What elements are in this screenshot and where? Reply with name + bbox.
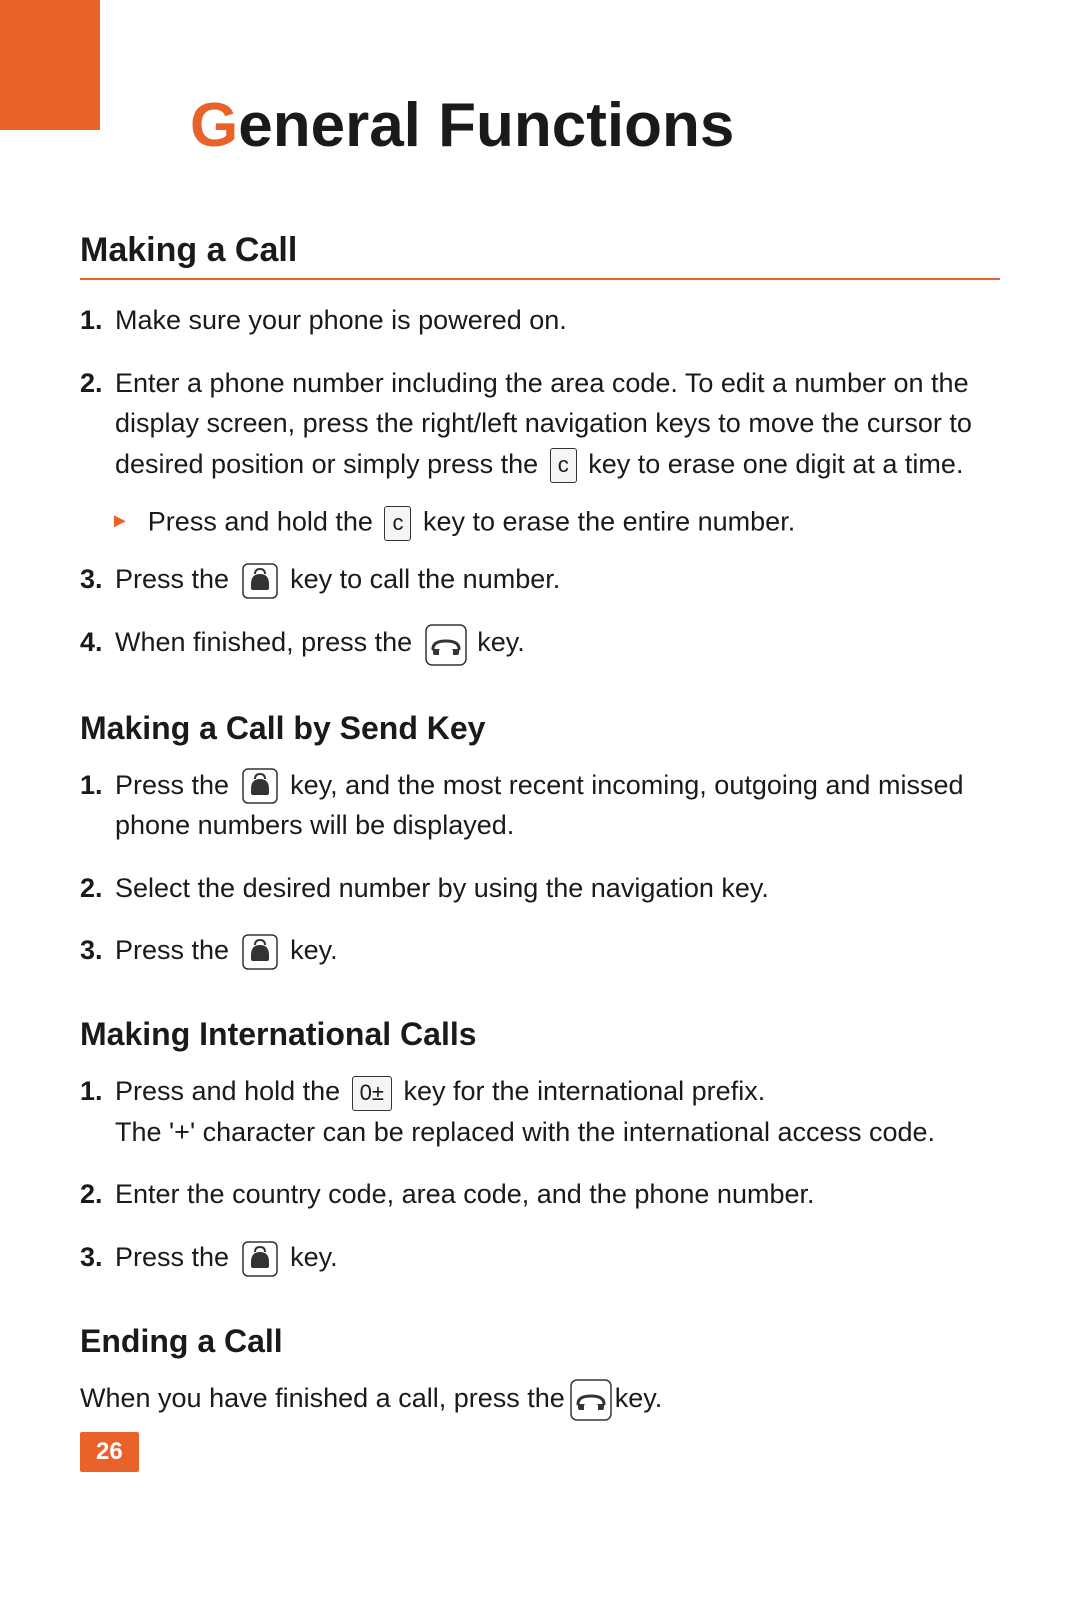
send-key-icon bbox=[241, 562, 279, 600]
list-item: 1. Press the key, and the most recent in… bbox=[80, 765, 1000, 846]
step-text-before: Press the bbox=[115, 935, 229, 965]
step-text-before: Press the bbox=[115, 1242, 229, 1272]
step-content: Enter the country code, area code, and t… bbox=[115, 1174, 1000, 1215]
list-item: 3. Press the key. bbox=[80, 930, 1000, 971]
list-item: 3. Press the key. bbox=[80, 1237, 1000, 1278]
step-number: 4. bbox=[80, 622, 115, 663]
step-text-before: Press the bbox=[115, 770, 229, 800]
step-number: 1. bbox=[80, 1071, 115, 1112]
bullet-triangle-icon: ► bbox=[110, 510, 130, 533]
step-number: 2. bbox=[80, 363, 115, 404]
step-number: 1. bbox=[80, 300, 115, 341]
page-number: 26 bbox=[80, 1432, 139, 1472]
bullet-text-after: key to erase the entire number. bbox=[423, 507, 795, 537]
step-content: Make sure your phone is powered on. bbox=[115, 300, 1000, 341]
bullet-item: ► Press and hold the c key to erase the … bbox=[110, 506, 1000, 541]
step-text-after: key to erase one digit at a time. bbox=[588, 449, 963, 479]
step-number: 3. bbox=[80, 559, 115, 600]
c-key-label: c bbox=[550, 448, 577, 483]
step-content: Press and hold the 0± key for the intern… bbox=[115, 1071, 1000, 1152]
step-content: Press the key. bbox=[115, 930, 1000, 971]
list-item: 3. Press the key to call the number. bbox=[80, 559, 1000, 600]
step-content: Press the key, and the most recent incom… bbox=[115, 765, 1000, 846]
list-item: 2. Enter a phone number including the ar… bbox=[80, 363, 1000, 485]
send-key-icon bbox=[241, 1240, 279, 1278]
step-text-after: key. bbox=[290, 935, 338, 965]
step-content: When finished, press the key. bbox=[115, 622, 1000, 665]
step-number: 3. bbox=[80, 1237, 115, 1278]
ending-text-after: key. bbox=[615, 1378, 663, 1419]
end-key-icon bbox=[569, 1378, 611, 1420]
zero-key-label: 0± bbox=[352, 1076, 392, 1111]
title-G: G bbox=[190, 91, 238, 160]
step-text-after: key. bbox=[477, 627, 525, 657]
page-title: General Functions bbox=[80, 60, 1000, 161]
c-key-icon: c bbox=[384, 506, 411, 541]
bullet-content: Press and hold the c key to erase the en… bbox=[148, 506, 795, 541]
bullet-text-before: Press and hold the bbox=[148, 507, 373, 537]
step-number: 3. bbox=[80, 930, 115, 971]
step-number: 1. bbox=[80, 765, 115, 806]
making-a-call-heading: Making a Call bbox=[80, 231, 1000, 280]
step-content: Press the key to call the number. bbox=[115, 559, 1000, 600]
step-number: 2. bbox=[80, 1174, 115, 1215]
zero-key-icon: 0± bbox=[352, 1076, 392, 1111]
list-item: 1. Press and hold the 0± key for the int… bbox=[80, 1071, 1000, 1152]
ending-a-call-text: When you have finished a call, press the… bbox=[80, 1378, 1000, 1420]
step-text-after: key for the international prefix. bbox=[404, 1076, 766, 1106]
end-key-icon bbox=[424, 623, 466, 665]
list-item: 1. Make sure your phone is powered on. bbox=[80, 300, 1000, 341]
step-text-before: Press and hold the bbox=[115, 1076, 340, 1106]
c-key-label: c bbox=[384, 506, 411, 541]
making-by-send-heading: Making a Call by Send Key bbox=[80, 710, 1000, 747]
ending-a-call-heading: Ending a Call bbox=[80, 1323, 1000, 1360]
step-content: Select the desired number by using the n… bbox=[115, 868, 1000, 909]
step-text-before: Press the bbox=[115, 564, 229, 594]
list-item: 2. Enter the country code, area code, an… bbox=[80, 1174, 1000, 1215]
c-key-icon: c bbox=[550, 448, 577, 483]
send-key-icon bbox=[241, 767, 279, 805]
send-key-icon bbox=[241, 933, 279, 971]
step-line2: The '+' character can be replaced with t… bbox=[115, 1117, 935, 1147]
step-number: 2. bbox=[80, 868, 115, 909]
page-container: General Functions Making a Call 1. Make … bbox=[0, 0, 1080, 1522]
step-content: Enter a phone number including the area … bbox=[115, 363, 1000, 485]
making-a-call-list: 1. Make sure your phone is powered on. 2… bbox=[80, 300, 1000, 484]
list-item: 2. Select the desired number by using th… bbox=[80, 868, 1000, 909]
step-text-after: key to call the number. bbox=[290, 564, 560, 594]
step-content: Press the key. bbox=[115, 1237, 1000, 1278]
making-international-heading: Making International Calls bbox=[80, 1016, 1000, 1053]
step-text-after: key. bbox=[290, 1242, 338, 1272]
title-rest: eneral Functions bbox=[238, 91, 734, 160]
step-text-before: When finished, press the bbox=[115, 627, 412, 657]
ending-text-before: When you have finished a call, press the bbox=[80, 1378, 565, 1419]
list-item: 4. When finished, press the key. bbox=[80, 622, 1000, 665]
